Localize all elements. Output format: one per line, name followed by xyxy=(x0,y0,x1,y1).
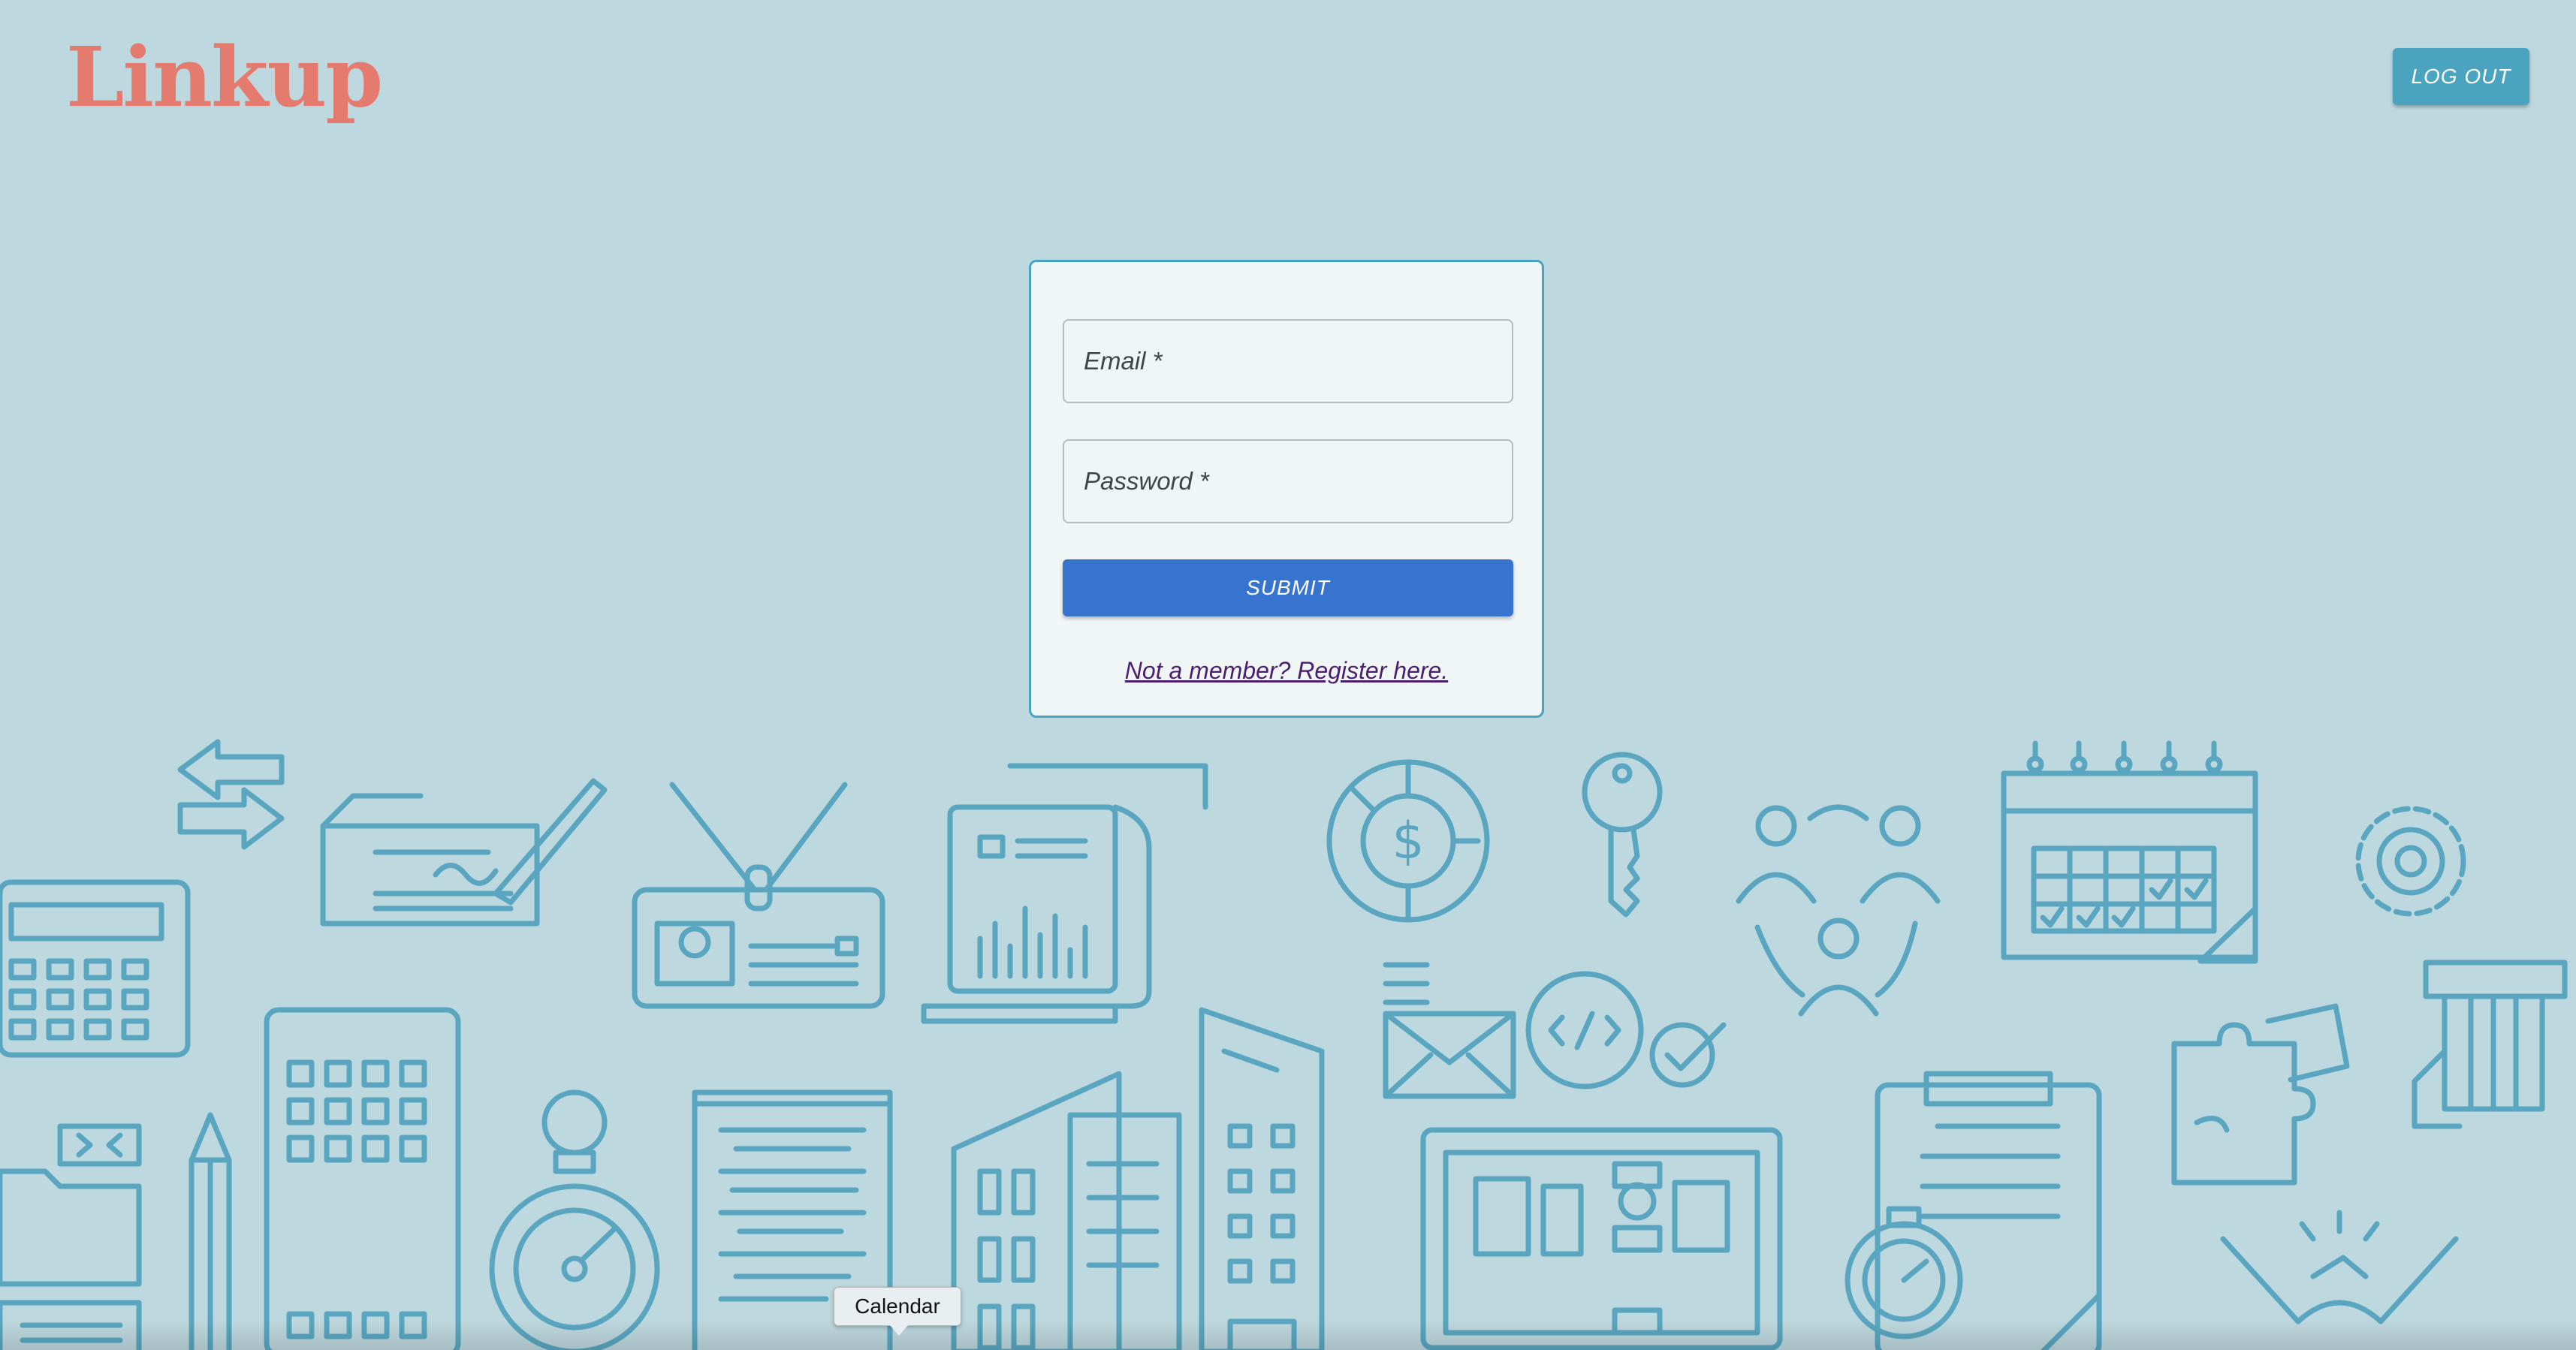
logout-button[interactable]: LOG OUT xyxy=(2393,48,2529,105)
team-network-icon xyxy=(1736,804,1941,1017)
key-icon xyxy=(1582,752,1663,918)
stopwatch-icon xyxy=(489,1089,660,1350)
linkup-logo[interactable]: Linkup xyxy=(66,36,383,119)
puzzle-icon xyxy=(2171,1003,2350,1186)
code-bubble-icon xyxy=(1525,971,1644,1089)
signed-check-icon xyxy=(320,778,608,927)
submit-button[interactable]: SUBMIT xyxy=(1063,559,1513,616)
envelope-icon xyxy=(1383,962,1516,1099)
svg-text:$: $ xyxy=(1392,812,1424,871)
calendar-tooltip: Calendar xyxy=(834,1287,961,1336)
calculator-icon xyxy=(0,879,191,1058)
id-badge-icon xyxy=(632,782,885,1009)
laptop-dashboard-icon xyxy=(1420,1127,1783,1350)
office-buildings-icon xyxy=(951,1007,1325,1350)
smartphone-icon xyxy=(264,1007,461,1350)
email-field[interactable] xyxy=(1063,319,1513,403)
bottom-shadow xyxy=(0,1320,2576,1350)
login-card: SUBMIT Not a member? Register here. xyxy=(1029,260,1544,718)
report-document-icon xyxy=(921,763,1208,1024)
register-link[interactable]: Not a member? Register here. xyxy=(1031,657,1542,685)
calendar-icon xyxy=(2001,740,2258,964)
credit-card-icon xyxy=(2412,960,2568,1129)
pencil-icon xyxy=(189,1112,232,1350)
check-circle-icon xyxy=(1649,1022,1727,1088)
handshake-icon xyxy=(2220,1210,2459,1324)
background-illustration: $ xyxy=(0,739,2568,1350)
password-field[interactable] xyxy=(1063,439,1513,523)
gear-icon xyxy=(2355,806,2466,917)
arrows-icon xyxy=(177,739,285,850)
clipboard-icon xyxy=(1845,1071,2102,1350)
dollar-chart-icon: $ xyxy=(1326,759,1490,923)
folder-icon xyxy=(0,1123,142,1350)
